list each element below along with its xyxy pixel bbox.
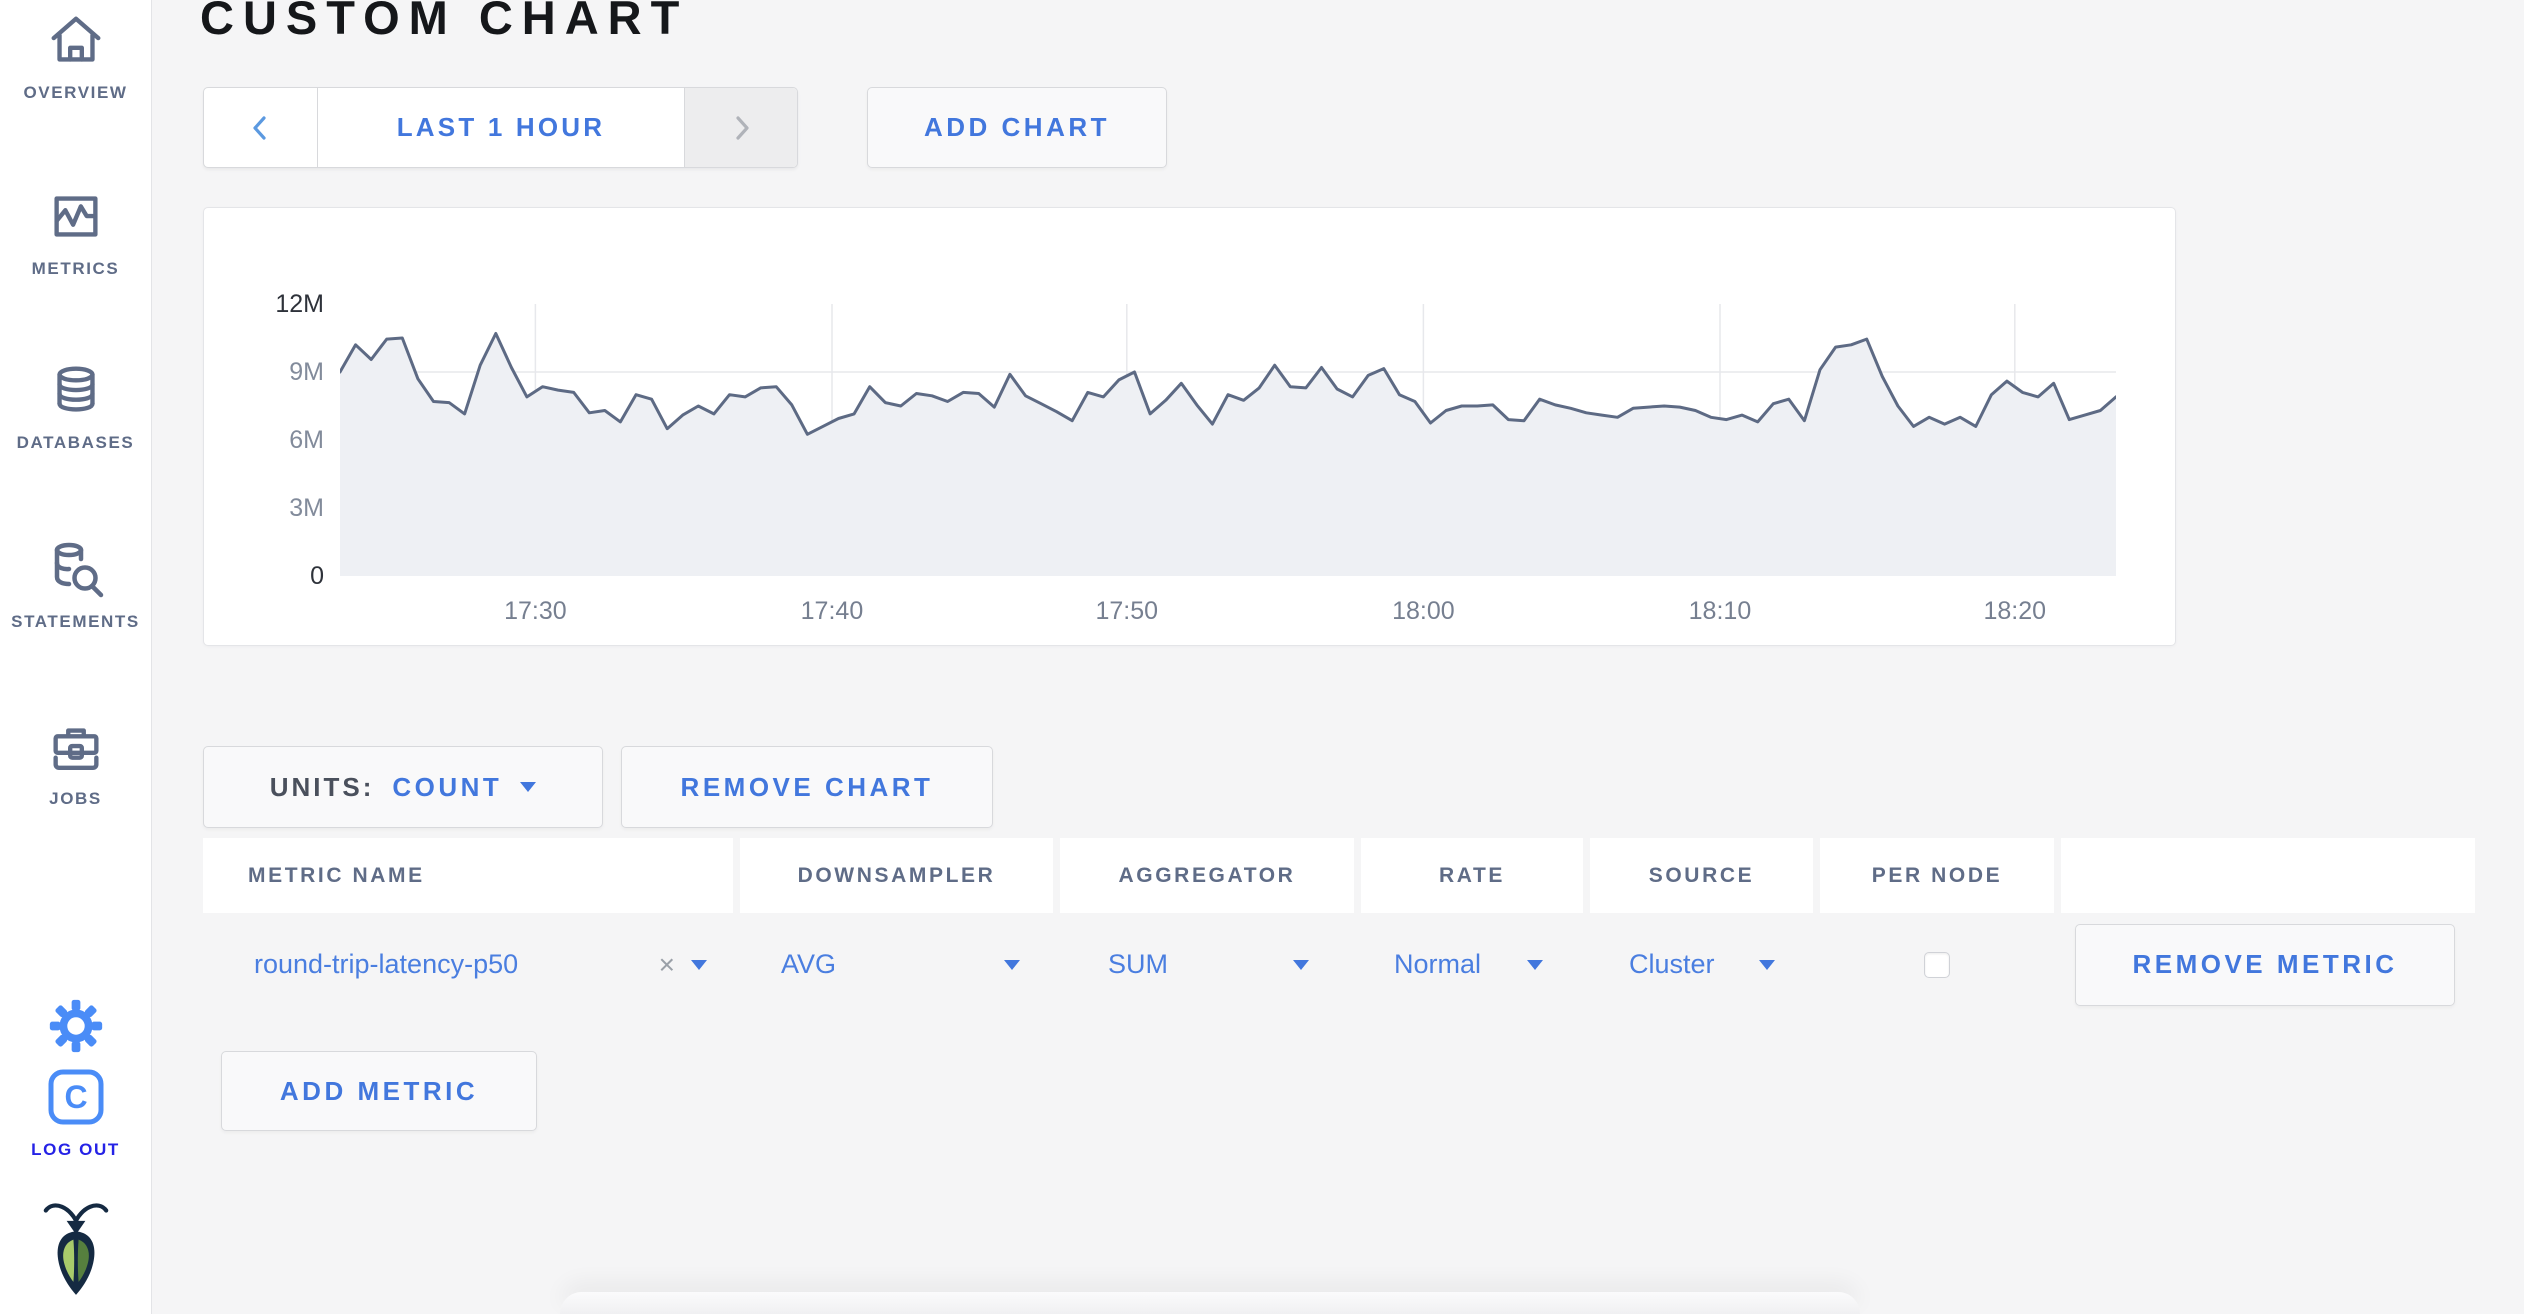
chevron-down-icon xyxy=(1527,959,1543,970)
cockroach-bug-icon xyxy=(43,1203,108,1295)
rate-dropdown[interactable]: Normal xyxy=(1361,949,1583,980)
sidebar-item-logout[interactable]: C LOG OUT xyxy=(0,1065,151,1160)
time-range-selector: LAST 1 HOUR xyxy=(203,87,798,168)
time-range-label[interactable]: LAST 1 HOUR xyxy=(318,88,684,167)
logout-label: LOG OUT xyxy=(31,1140,120,1159)
downsampler-dropdown[interactable]: AVG xyxy=(740,949,1053,980)
sidebar-item-metrics[interactable]: METRICS xyxy=(0,186,151,279)
source-dropdown[interactable]: Cluster xyxy=(1590,949,1813,980)
main-content: CUSTOM CHART LAST 1 HOUR ADD CHART 12M 9M… xyxy=(152,0,2524,1314)
sidebar-item-label: DATABASES xyxy=(16,433,135,452)
table-row: round-trip-latency-p50 × AVG SUM Normal … xyxy=(203,913,2475,1016)
remove-metric-button[interactable]: REMOVE METRIC xyxy=(2075,923,2455,1006)
chevron-down-icon[interactable] xyxy=(691,959,707,970)
sidebar-item-databases[interactable]: DATABASES xyxy=(0,360,151,453)
metrics-icon xyxy=(53,196,98,237)
units-dropdown[interactable]: UNITS: COUNT xyxy=(203,746,603,828)
x-tick-label: 18:20 xyxy=(1983,597,2047,625)
column-header-downsampler: DOWNSAMPLER xyxy=(740,838,1053,913)
timeseries-chart xyxy=(338,304,2118,576)
column-header-aggregator: AGGREGATOR xyxy=(1060,838,1354,913)
metric-name-select[interactable]: round-trip-latency-p50 × xyxy=(203,949,733,981)
units-label: UNITS: xyxy=(269,771,375,802)
chart-controls-row: UNITS: COUNT REMOVE CHART xyxy=(203,746,993,828)
per-node-cell xyxy=(1820,951,2054,978)
gear-icon xyxy=(49,999,102,1053)
aggregator-value: SUM xyxy=(1108,949,1168,979)
sidebar-item-settings[interactable] xyxy=(0,995,151,1057)
add-metric-button[interactable]: ADD METRIC xyxy=(221,1051,537,1131)
downsampler-value: AVG xyxy=(781,949,837,979)
metric-table-header: METRIC NAME DOWNSAMPLER AGGREGATOR RATE … xyxy=(203,838,2475,913)
metric-table: METRIC NAME DOWNSAMPLER AGGREGATOR RATE … xyxy=(203,838,2475,1016)
rate-value: Normal xyxy=(1394,949,1482,979)
y-tick-label: 6M xyxy=(289,426,324,454)
column-header-per-node: PER NODE xyxy=(1820,838,2054,913)
clear-metric-icon[interactable]: × xyxy=(659,949,675,981)
chevron-down-icon xyxy=(1004,959,1020,970)
units-value: COUNT xyxy=(392,771,503,802)
metric-select-controls: × xyxy=(659,949,707,981)
chevron-left-icon xyxy=(252,115,266,140)
sidebar-item-statements[interactable]: STATEMENTS xyxy=(0,537,151,632)
x-tick-label: 17:50 xyxy=(1095,597,1159,625)
y-tick-label: 9M xyxy=(289,358,324,386)
sidebar-item-label: STATEMENTS xyxy=(11,612,140,631)
column-header-rate: RATE xyxy=(1361,838,1583,913)
databases-icon xyxy=(56,366,95,412)
sidebar-item-label: JOBS xyxy=(49,789,102,808)
statements-icon xyxy=(54,542,103,598)
column-header-metric-name: METRIC NAME xyxy=(203,838,733,913)
sidebar-item-label: OVERVIEW xyxy=(23,83,128,102)
remove-chart-button[interactable]: REMOVE CHART xyxy=(621,746,993,828)
sidebar-item-jobs[interactable]: JOBS xyxy=(0,716,151,809)
sidebar-item-label: METRICS xyxy=(31,259,120,278)
time-range-next-button[interactable] xyxy=(684,88,797,167)
chevron-down-icon xyxy=(520,782,537,792)
x-tick-label: 18:00 xyxy=(1392,597,1455,625)
sidebar-item-overview[interactable]: OVERVIEW xyxy=(0,10,151,103)
metric-name-value[interactable]: round-trip-latency-p50 xyxy=(254,949,518,980)
per-node-checkbox[interactable] xyxy=(1924,951,1950,978)
chevron-down-icon xyxy=(1759,959,1775,970)
actions-cell: REMOVE METRIC xyxy=(2061,923,2475,1006)
column-header-source: SOURCE xyxy=(1590,838,1813,913)
aggregator-dropdown[interactable]: SUM xyxy=(1060,949,1354,980)
time-range-prev-button[interactable] xyxy=(204,88,318,167)
y-tick-label: 3M xyxy=(289,494,324,522)
source-value: Cluster xyxy=(1629,949,1715,979)
x-tick-label: 17:40 xyxy=(800,597,864,625)
column-header-actions xyxy=(2061,838,2475,913)
x-tick-label: 17:30 xyxy=(504,597,567,625)
sidebar: OVERVIEW METRICS DATABASES STATEMENTS JO… xyxy=(0,0,152,1314)
y-tick-label: 0 xyxy=(310,562,324,590)
toolbar: LAST 1 HOUR ADD CHART xyxy=(203,87,1167,168)
home-icon xyxy=(51,16,100,62)
add-chart-button[interactable]: ADD CHART xyxy=(867,87,1167,168)
jobs-icon xyxy=(52,728,99,771)
chart-plot-area[interactable] xyxy=(338,304,2118,576)
logout-c-icon: C xyxy=(48,1069,103,1125)
y-tick-label: 12M xyxy=(275,290,324,318)
x-tick-label: 18:10 xyxy=(1688,597,1752,625)
y-axis-labels: 12M 9M 6M 3M 0 xyxy=(204,290,324,590)
chart-card: 12M 9M 6M 3M 0 17:30 17:40 17:50 18:00 18:10 18:2… xyxy=(203,207,2176,646)
logout-c-letter: C xyxy=(64,1079,87,1115)
chevron-right-icon xyxy=(736,115,749,140)
x-axis-labels: 17:30 17:40 17:50 18:00 18:10 18:20 xyxy=(340,597,2116,629)
cockroach-logo xyxy=(0,1198,151,1298)
chevron-down-icon xyxy=(1293,959,1309,970)
bottom-panel-edge xyxy=(560,1292,1860,1314)
page-title: CUSTOM CHART xyxy=(200,0,689,44)
